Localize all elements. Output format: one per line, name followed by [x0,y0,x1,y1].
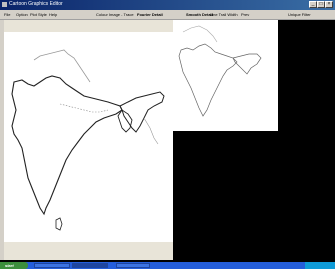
preview-outline-north [182,25,218,43]
map-northeast-outline [119,91,165,133]
menu-smooth-detail[interactable]: Smooth Detail [186,12,213,17]
india-preview-map [178,25,262,117]
maximize-button[interactable]: □ [317,1,325,8]
menu-unique-filter[interactable]: Unique Filter [288,12,311,17]
app-icon [2,2,7,7]
window-title: Cartoon Graphics Editor [9,1,63,7]
preview-panel[interactable] [173,20,278,131]
start-label: start [5,263,14,268]
title-bar: Cartoon Graphics Editor _ □ × [0,0,335,10]
map-bangladesh-border [117,109,133,133]
menu-file[interactable]: File [4,12,10,17]
menu-line-trail-width[interactable]: Line Trail Width [210,12,238,17]
minimize-button[interactable]: _ [309,1,317,8]
india-outline-map [11,49,165,231]
taskbar-item[interactable] [116,263,150,268]
menu-help[interactable]: Help [49,12,57,17]
menu-fourier-detail[interactable]: Fourier Detail [137,12,163,17]
map-india-outline [11,75,123,216]
close-button[interactable]: × [325,1,333,8]
map-dotted-border [59,103,109,113]
map-northern-border [33,49,91,83]
menu-option[interactable]: Option [16,12,28,17]
menu-prev[interactable]: Prev [241,12,249,17]
menu-bar: File Option Plot Style Help Colour Image… [0,10,335,20]
system-tray [305,262,335,269]
taskbar-item-active[interactable] [72,263,108,268]
left-canvas-panel[interactable] [4,20,173,260]
map-east-line [143,117,159,145]
taskbar-item[interactable] [34,263,70,268]
preview-india-outline [178,43,238,117]
menu-plot-style[interactable]: Plot Style [30,12,47,17]
taskbar: start [0,262,335,269]
start-button[interactable]: start [0,262,28,269]
map-sri-lanka [55,217,63,231]
menu-colour-trace[interactable]: Colour Image - Trace [96,12,134,17]
preview-northeast-outline [232,53,262,75]
main-map-canvas[interactable] [4,32,173,242]
